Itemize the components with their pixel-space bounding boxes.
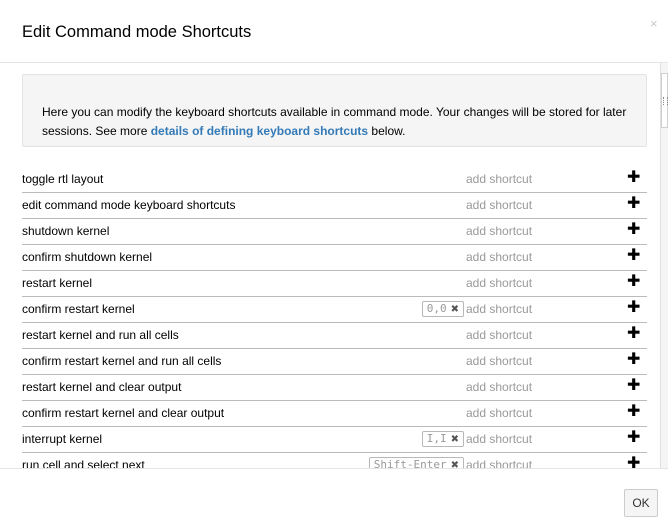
- intro-text: Here you can modify the keyboard shortcu…: [42, 103, 642, 141]
- shortcut-row: restart kernel and clear output add short…: [22, 375, 647, 401]
- grip-icon: [663, 97, 668, 105]
- shortcut-action-label: confirm restart kernel and clear output: [22, 406, 225, 420]
- remove-icon[interactable]: ✖: [451, 434, 459, 445]
- add-shortcut-input[interactable]: add shortcut: [466, 224, 566, 238]
- existing-shortcut-text: Shift-Enter: [373, 458, 447, 468]
- plus-icon[interactable]: ✚: [627, 455, 640, 468]
- existing-shortcut-text: 0,0: [426, 302, 447, 315]
- add-shortcut-input[interactable]: add shortcut: [466, 432, 566, 446]
- ok-button[interactable]: OK: [624, 489, 658, 517]
- shortcut-row: toggle rtl layout add shortcut ✚: [22, 167, 647, 193]
- dialog-body: Here you can modify the keyboard shortcu…: [0, 63, 668, 468]
- shortcut-action-label: restart kernel and clear output: [22, 380, 182, 394]
- plus-icon[interactable]: ✚: [627, 351, 640, 369]
- shortcut-action-label: interrupt kernel: [22, 432, 103, 446]
- plus-icon[interactable]: ✚: [627, 195, 640, 213]
- shortcut-row: edit command mode keyboard shortcuts add …: [22, 193, 647, 219]
- scrollbar[interactable]: [660, 63, 668, 468]
- dialog-footer: OK: [0, 468, 668, 531]
- shortcut-action-label: confirm restart kernel: [22, 302, 135, 316]
- remove-icon[interactable]: ✖: [451, 304, 459, 315]
- shortcut-row: restart kernel add shortcut ✚: [22, 271, 647, 297]
- shortcut-row: interrupt kernel I,I ✖ add shortcut ✚: [22, 427, 647, 453]
- intro-text-after: below.: [368, 124, 406, 138]
- shortcut-row: shutdown kernel add shortcut ✚: [22, 219, 647, 245]
- plus-icon[interactable]: ✚: [627, 403, 640, 421]
- plus-icon[interactable]: ✚: [627, 325, 640, 343]
- shortcut-action-label: toggle rtl layout: [22, 172, 104, 186]
- add-shortcut-input[interactable]: add shortcut: [466, 172, 566, 186]
- shortcut-action-label: shutdown kernel: [22, 224, 110, 238]
- shortcut-row: confirm restart kernel and clear output a…: [22, 401, 647, 427]
- add-shortcut-input[interactable]: add shortcut: [466, 380, 566, 394]
- existing-shortcut-text: I,I: [426, 432, 447, 445]
- shortcuts-dialog: Edit Command mode Shortcuts × Here you c…: [0, 0, 668, 531]
- plus-icon[interactable]: ✚: [627, 247, 640, 265]
- details-link[interactable]: details of defining keyboard shortcuts: [151, 124, 368, 138]
- shortcut-row: confirm restart kernel and run all cells…: [22, 349, 647, 375]
- shortcut-row: confirm shutdown kernel add shortcut ✚: [22, 245, 647, 271]
- shortcut-row: run cell and select next Shift-Enter ✖ add …: [22, 453, 647, 468]
- add-shortcut-input[interactable]: add shortcut: [466, 250, 566, 264]
- plus-icon[interactable]: ✚: [627, 429, 640, 447]
- add-shortcut-input[interactable]: add shortcut: [466, 198, 566, 212]
- shortcut-row: restart kernel and run all cells add shor…: [22, 323, 647, 349]
- shortcut-action-label: run cell and select next: [22, 458, 145, 468]
- plus-icon[interactable]: ✚: [627, 299, 640, 317]
- shortcut-action-label: restart kernel: [22, 276, 93, 290]
- shortcut-row: confirm restart kernel 0,0 ✖ add shortcut ✚: [22, 297, 647, 323]
- add-shortcut-input[interactable]: add shortcut: [466, 276, 566, 290]
- add-shortcut-input[interactable]: add shortcut: [466, 354, 566, 368]
- remove-icon[interactable]: ✖: [451, 460, 459, 468]
- plus-icon[interactable]: ✚: [627, 273, 640, 291]
- scrollbar-thumb[interactable]: [661, 73, 668, 128]
- plus-icon[interactable]: ✚: [627, 169, 640, 187]
- existing-shortcut-key: Shift-Enter ✖: [368, 457, 464, 468]
- add-shortcut-input[interactable]: add shortcut: [466, 406, 566, 420]
- shortcut-action-label: confirm shutdown kernel: [22, 250, 153, 264]
- close-icon[interactable]: ×: [650, 16, 658, 31]
- shortcut-list: toggle rtl layout add shortcut ✚ edit comma…: [22, 167, 647, 468]
- intro-panel: Here you can modify the keyboard shortcu…: [22, 74, 647, 147]
- plus-icon[interactable]: ✚: [627, 221, 640, 239]
- dialog-header: Edit Command mode Shortcuts ×: [0, 0, 668, 63]
- existing-shortcut-key: 0,0 ✖: [421, 301, 464, 317]
- shortcut-action-label: edit command mode keyboard shortcuts: [22, 198, 236, 212]
- existing-shortcut-key: I,I ✖: [421, 431, 464, 447]
- dialog-title: Edit Command mode Shortcuts: [22, 23, 252, 41]
- add-shortcut-input[interactable]: add shortcut: [466, 328, 566, 342]
- shortcut-action-label: restart kernel and run all cells: [22, 328, 179, 342]
- add-shortcut-input[interactable]: add shortcut: [466, 458, 566, 468]
- plus-icon[interactable]: ✚: [627, 377, 640, 395]
- add-shortcut-input[interactable]: add shortcut: [466, 302, 566, 316]
- shortcut-action-label: confirm restart kernel and run all cells: [22, 354, 222, 368]
